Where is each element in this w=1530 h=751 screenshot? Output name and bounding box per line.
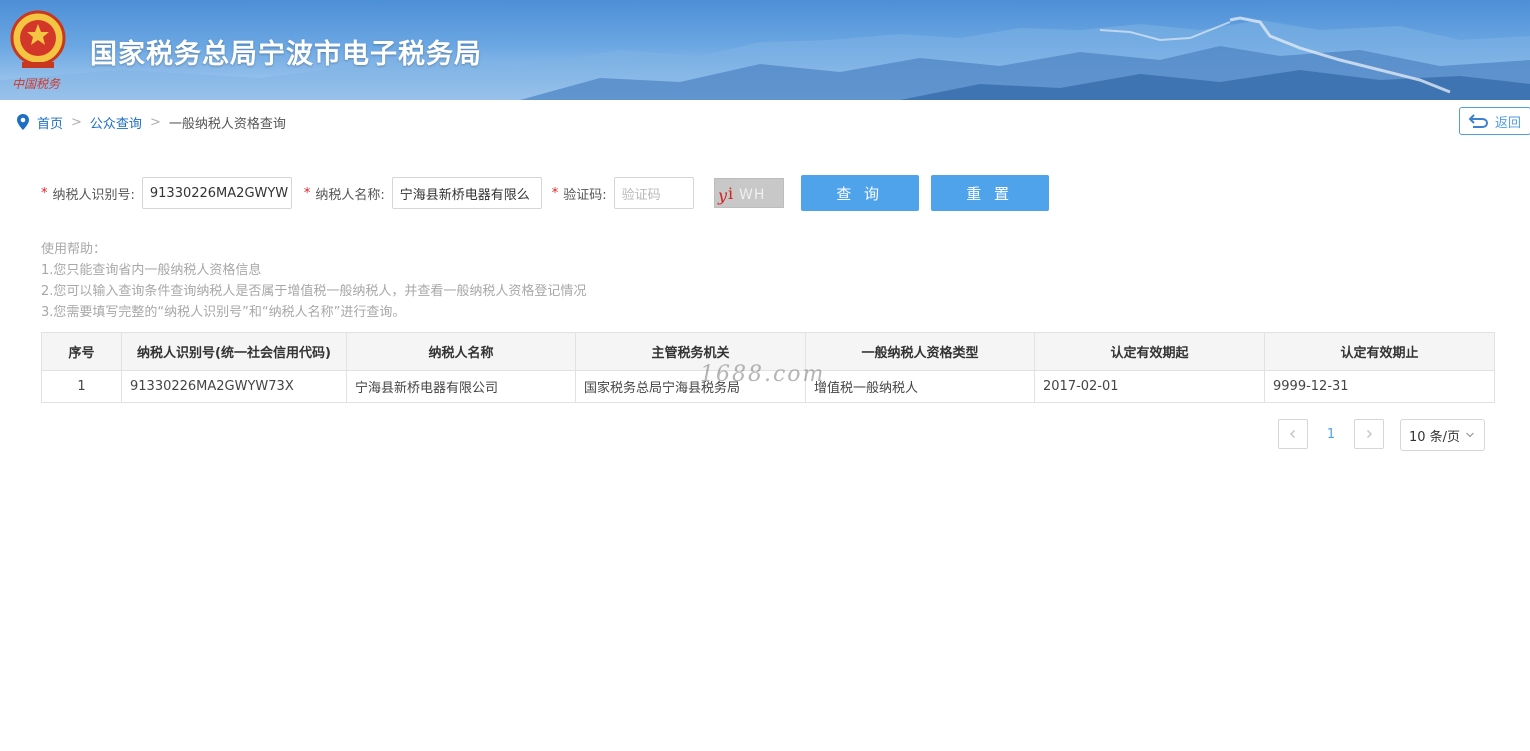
breadcrumb-home-link[interactable]: 首页 [37, 113, 63, 132]
breadcrumb: 首页 > 公众查询 > 一般纳税人资格查询 [16, 113, 286, 132]
search-form: * 纳税人识别号: 91330226MA2GWYW * 纳税人名称: 宁海县新桥… [41, 175, 1049, 211]
return-arrow-icon [1468, 114, 1489, 128]
breadcrumb-current: 一般纳税人资格查询 [168, 116, 286, 132]
watermark-text: 1688.com [700, 362, 826, 387]
chevron-right-icon [1367, 430, 1372, 438]
taxpayer-id-input[interactable]: 91330226MA2GWYW [141, 177, 292, 209]
help-title: 使用帮助： [41, 242, 107, 257]
page-size-value: 10 条/页 [1409, 429, 1461, 445]
column-header-taxpayer-name: 纳税人名称 [346, 332, 576, 371]
tax-emblem-logo: 中国税务 [8, 8, 68, 94]
help-line: 3.您需要填写完整的“纳税人识别号”和“纳税人名称”进行查询。 [41, 305, 406, 320]
help-line: 2.您可以输入查询条件查询纳税人是否属于增值税一般纳税人，并查看一般纳税人资格登… [41, 284, 587, 299]
breadcrumb-separator: > [149, 114, 161, 130]
next-page-button[interactable] [1354, 419, 1384, 449]
cell-index: 1 [41, 370, 122, 403]
reset-button[interactable]: 重 置 [930, 175, 1049, 211]
cell-valid-to: 9999-12-31 [1264, 370, 1495, 403]
back-button[interactable]: 返回 [1459, 107, 1530, 135]
svg-text:i: i [728, 184, 733, 203]
required-mark: * [41, 185, 48, 201]
help-line: 1.您只能查询省内一般纳税人资格信息 [41, 263, 262, 278]
taxpayer-name-input[interactable]: 宁海县新桥电器有限么 [391, 177, 542, 209]
chevron-down-icon [1466, 432, 1474, 438]
column-header-valid-to: 认定有效期止 [1264, 332, 1495, 371]
svg-text:中国税务: 中国税务 [12, 77, 61, 91]
back-button-label: 返回 [1495, 115, 1522, 131]
svg-text:y: y [717, 186, 728, 205]
page-size-select[interactable]: 10 条/页 [1400, 419, 1485, 451]
taxpayer-name-label: 纳税人名称: [315, 187, 385, 203]
column-header-index: 序号 [41, 332, 122, 371]
cell-qualification-type: 增值税一般纳税人 [805, 370, 1035, 403]
breadcrumb-public-query-link[interactable]: 公众查询 [90, 113, 142, 132]
query-button[interactable]: 查 询 [800, 175, 919, 211]
location-pin-icon [17, 114, 29, 130]
chevron-left-icon [1290, 430, 1295, 438]
column-header-qualification-type: 一般纳税人资格类型 [805, 332, 1035, 371]
breadcrumb-separator: > [71, 114, 82, 130]
column-header-valid-from: 认定有效期起 [1034, 332, 1265, 371]
required-mark: * [303, 185, 311, 201]
taxpayer-id-label: 纳税人识别号: [52, 187, 135, 203]
cell-taxpayer-name: 宁海县新桥电器有限公司 [346, 370, 576, 403]
page-number-current[interactable]: 1 [1316, 419, 1346, 449]
header-banner: 中国税务 国家税务总局宁波市电子税务局 [0, 0, 1530, 100]
required-mark: * [551, 185, 559, 201]
cell-valid-from: 2017-02-01 [1034, 370, 1265, 403]
usage-help: 使用帮助： 1.您只能查询省内一般纳税人资格信息 2.您可以输入查询条件查询纳税… [41, 239, 586, 323]
svg-text:WH: WH [739, 187, 765, 203]
prev-page-button[interactable] [1278, 419, 1308, 449]
captcha-image[interactable]: y i WH [713, 178, 784, 208]
captcha-label: 验证码: [563, 187, 607, 203]
site-title: 国家税务总局宁波市电子税务局 [90, 39, 482, 70]
captcha-input[interactable]: 验证码 [613, 177, 694, 209]
column-header-taxpayer-id: 纳税人识别号(统一社会信用代码) [121, 332, 347, 371]
cell-taxpayer-id: 91330226MA2GWYW73X [121, 370, 347, 403]
